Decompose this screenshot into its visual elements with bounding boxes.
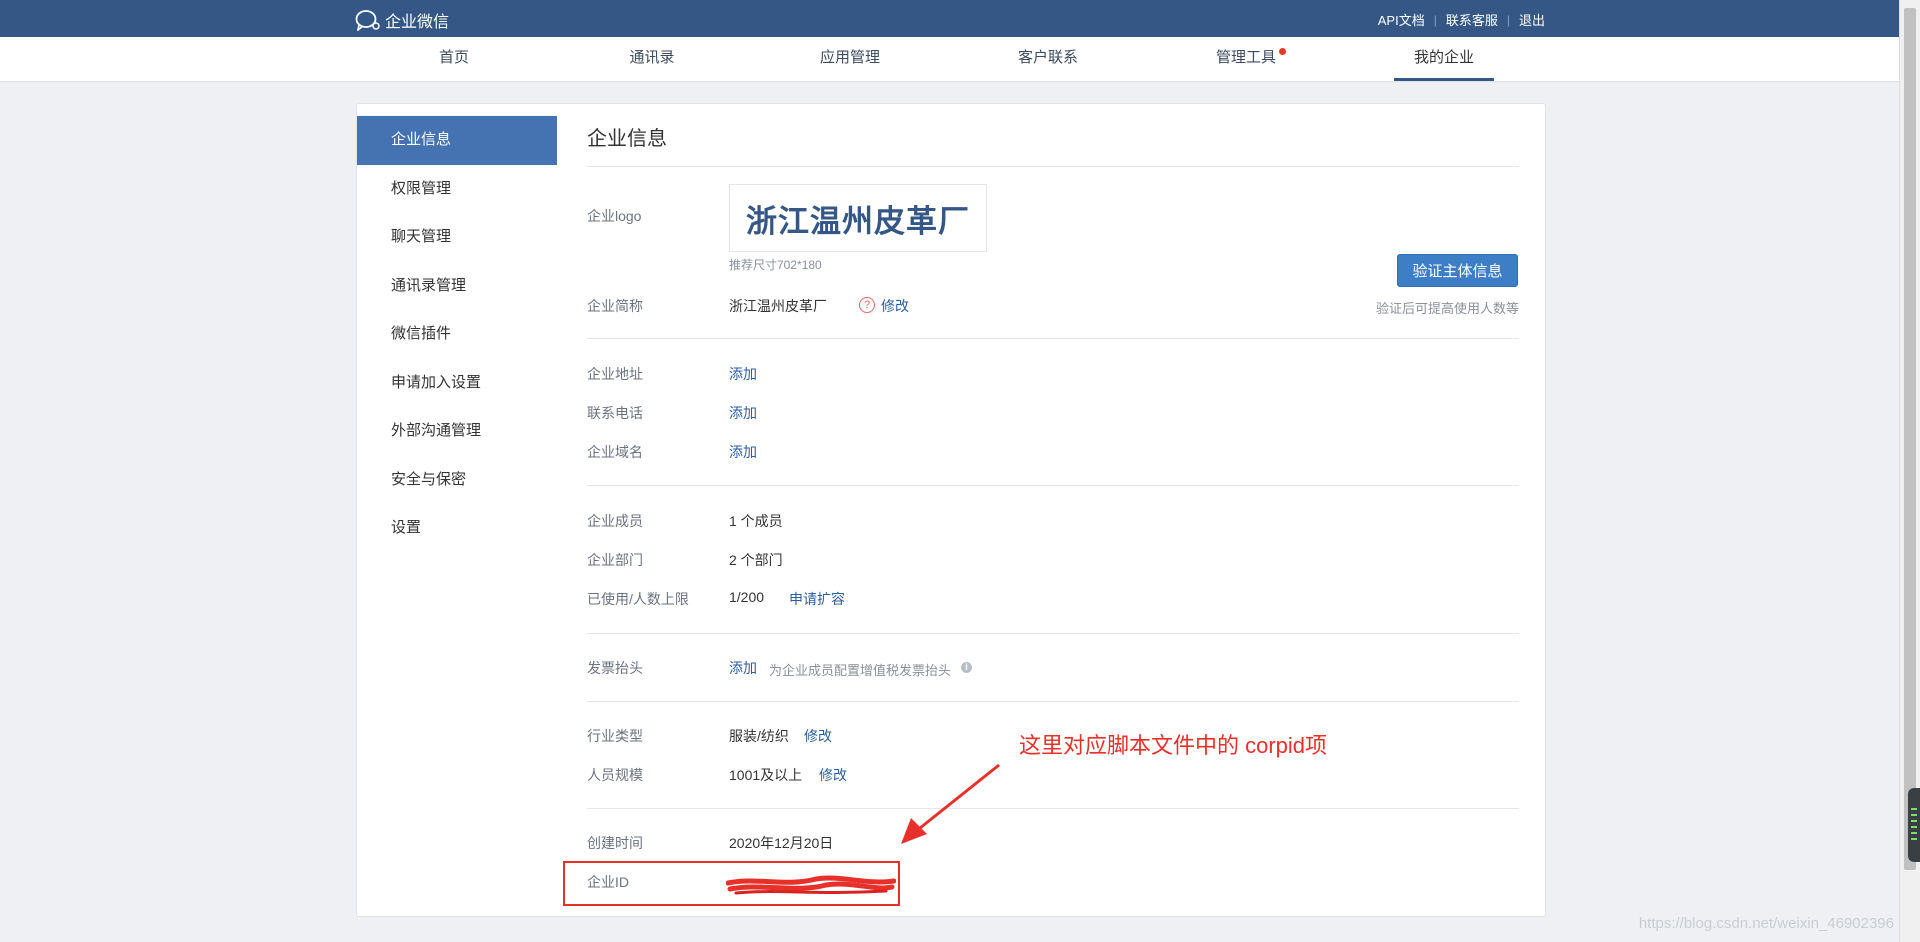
industry-value: 服装/纺织 [729, 728, 789, 744]
tab-contacts[interactable]: 通讯录 [602, 37, 702, 81]
scale-label: 人员规模 [587, 767, 643, 783]
add-address-link[interactable]: 添加 [729, 364, 757, 384]
app-name: 企业微信 [385, 14, 450, 31]
scrollbar-thumb[interactable] [1904, 8, 1916, 870]
modify-industry-link[interactable]: 修改 [804, 726, 832, 746]
sidebar: 企业信息 权限管理 聊天管理 通讯录管理 微信插件 申请加入设置 外部沟通管理 … [357, 116, 557, 553]
add-invoice-link[interactable]: 添加 [729, 658, 757, 678]
logo-label: 企业logo [587, 208, 642, 224]
modify-scale-link[interactable]: 修改 [819, 765, 847, 785]
api-docs-link[interactable]: API文档 [1378, 10, 1425, 29]
tab-customer-contact[interactable]: 客户联系 [998, 37, 1098, 81]
app-logo[interactable]: 企业微信 [355, 8, 449, 32]
address-label: 企业地址 [587, 366, 643, 382]
divider [587, 808, 1519, 809]
divider [587, 166, 1519, 167]
short-name-value: 浙江温州皮革厂 [729, 298, 827, 314]
chat-bubble-icon [355, 9, 381, 31]
logout-link[interactable]: 退出 [1519, 10, 1545, 29]
usage-label: 已使用/人数上限 [587, 591, 689, 607]
divider [587, 485, 1519, 486]
add-domain-link[interactable]: 添加 [729, 442, 757, 462]
tab-home[interactable]: 首页 [404, 37, 504, 81]
created-label: 创建时间 [587, 835, 643, 851]
divider [587, 633, 1519, 634]
verify-hint: 验证后可提高使用人数等 [1375, 301, 1519, 316]
sidebar-item-enterprise-info[interactable]: 企业信息 [357, 116, 557, 165]
side-widget[interactable] [1908, 788, 1920, 862]
divider [587, 701, 1519, 702]
tab-app-management[interactable]: 应用管理 [800, 37, 900, 81]
sidebar-item-permissions[interactable]: 权限管理 [357, 165, 557, 214]
sidebar-item-security[interactable]: 安全与保密 [357, 456, 557, 505]
tab-my-enterprise[interactable]: 我的企业 [1394, 37, 1494, 81]
usage-value: 1/200 [729, 589, 765, 605]
sidebar-item-join-settings[interactable]: 申请加入设置 [357, 359, 557, 408]
logo-size-hint: 推荐尺寸702*180 [729, 258, 822, 272]
info-icon[interactable]: i [961, 662, 972, 673]
watermark: https://blog.csdn.net/weixin_46902396 [1638, 915, 1894, 932]
members-label: 企业成员 [587, 513, 643, 529]
sidebar-item-external-communication[interactable]: 外部沟通管理 [357, 407, 557, 456]
annotation-arrow [901, 763, 1000, 844]
annotation-text: 这里对应脚本文件中的 corpid项 [1019, 733, 1328, 758]
divider [587, 338, 1519, 339]
departments-value: 2 个部门 [729, 552, 783, 568]
phone-label: 联系电话 [587, 405, 643, 421]
verify-entity-button[interactable]: 验证主体信息 [1397, 254, 1518, 287]
apply-expansion-link[interactable]: 申请扩容 [789, 589, 845, 609]
corpid-highlight-box [563, 861, 900, 906]
main-nav: 首页 通讯录 应用管理 客户联系 管理工具 我的企业 [0, 37, 1900, 82]
page-title: 企业信息 [587, 128, 667, 150]
domain-label: 企业域名 [587, 444, 643, 460]
invoice-hint: 为企业成员配置增值税发票抬头 [769, 663, 952, 678]
sidebar-item-chat-management[interactable]: 聊天管理 [357, 213, 557, 262]
short-name-label: 企业简称 [587, 298, 643, 314]
add-phone-link[interactable]: 添加 [729, 403, 757, 423]
modify-short-name-link[interactable]: 修改 [881, 296, 909, 316]
sidebar-item-wechat-plugin[interactable]: 微信插件 [357, 310, 557, 359]
tab-management-tools[interactable]: 管理工具 [1196, 37, 1296, 81]
separator: | [1433, 12, 1437, 27]
created-value: 2020年12月20日 [729, 835, 834, 851]
top-links: API文档 | 联系客服 | 退出 [1378, 10, 1545, 29]
sidebar-item-contacts-management[interactable]: 通讯录管理 [357, 262, 557, 311]
industry-label: 行业类型 [587, 728, 643, 744]
invoice-label: 发票抬头 [587, 660, 643, 676]
sidebar-item-settings[interactable]: 设置 [357, 504, 557, 553]
help-question-icon[interactable]: ? [859, 297, 875, 313]
members-value: 1 个成员 [729, 513, 783, 529]
enterprise-logo[interactable]: 浙江温州皮革厂 [729, 184, 987, 252]
contact-support-link[interactable]: 联系客服 [1446, 10, 1498, 29]
separator: | [1506, 12, 1510, 27]
departments-label: 企业部门 [587, 552, 643, 568]
top-bar: 企业微信 API文档 | 联系客服 | 退出 [0, 0, 1900, 37]
notification-dot [1279, 48, 1286, 55]
scale-value: 1001及以上 [729, 767, 803, 783]
